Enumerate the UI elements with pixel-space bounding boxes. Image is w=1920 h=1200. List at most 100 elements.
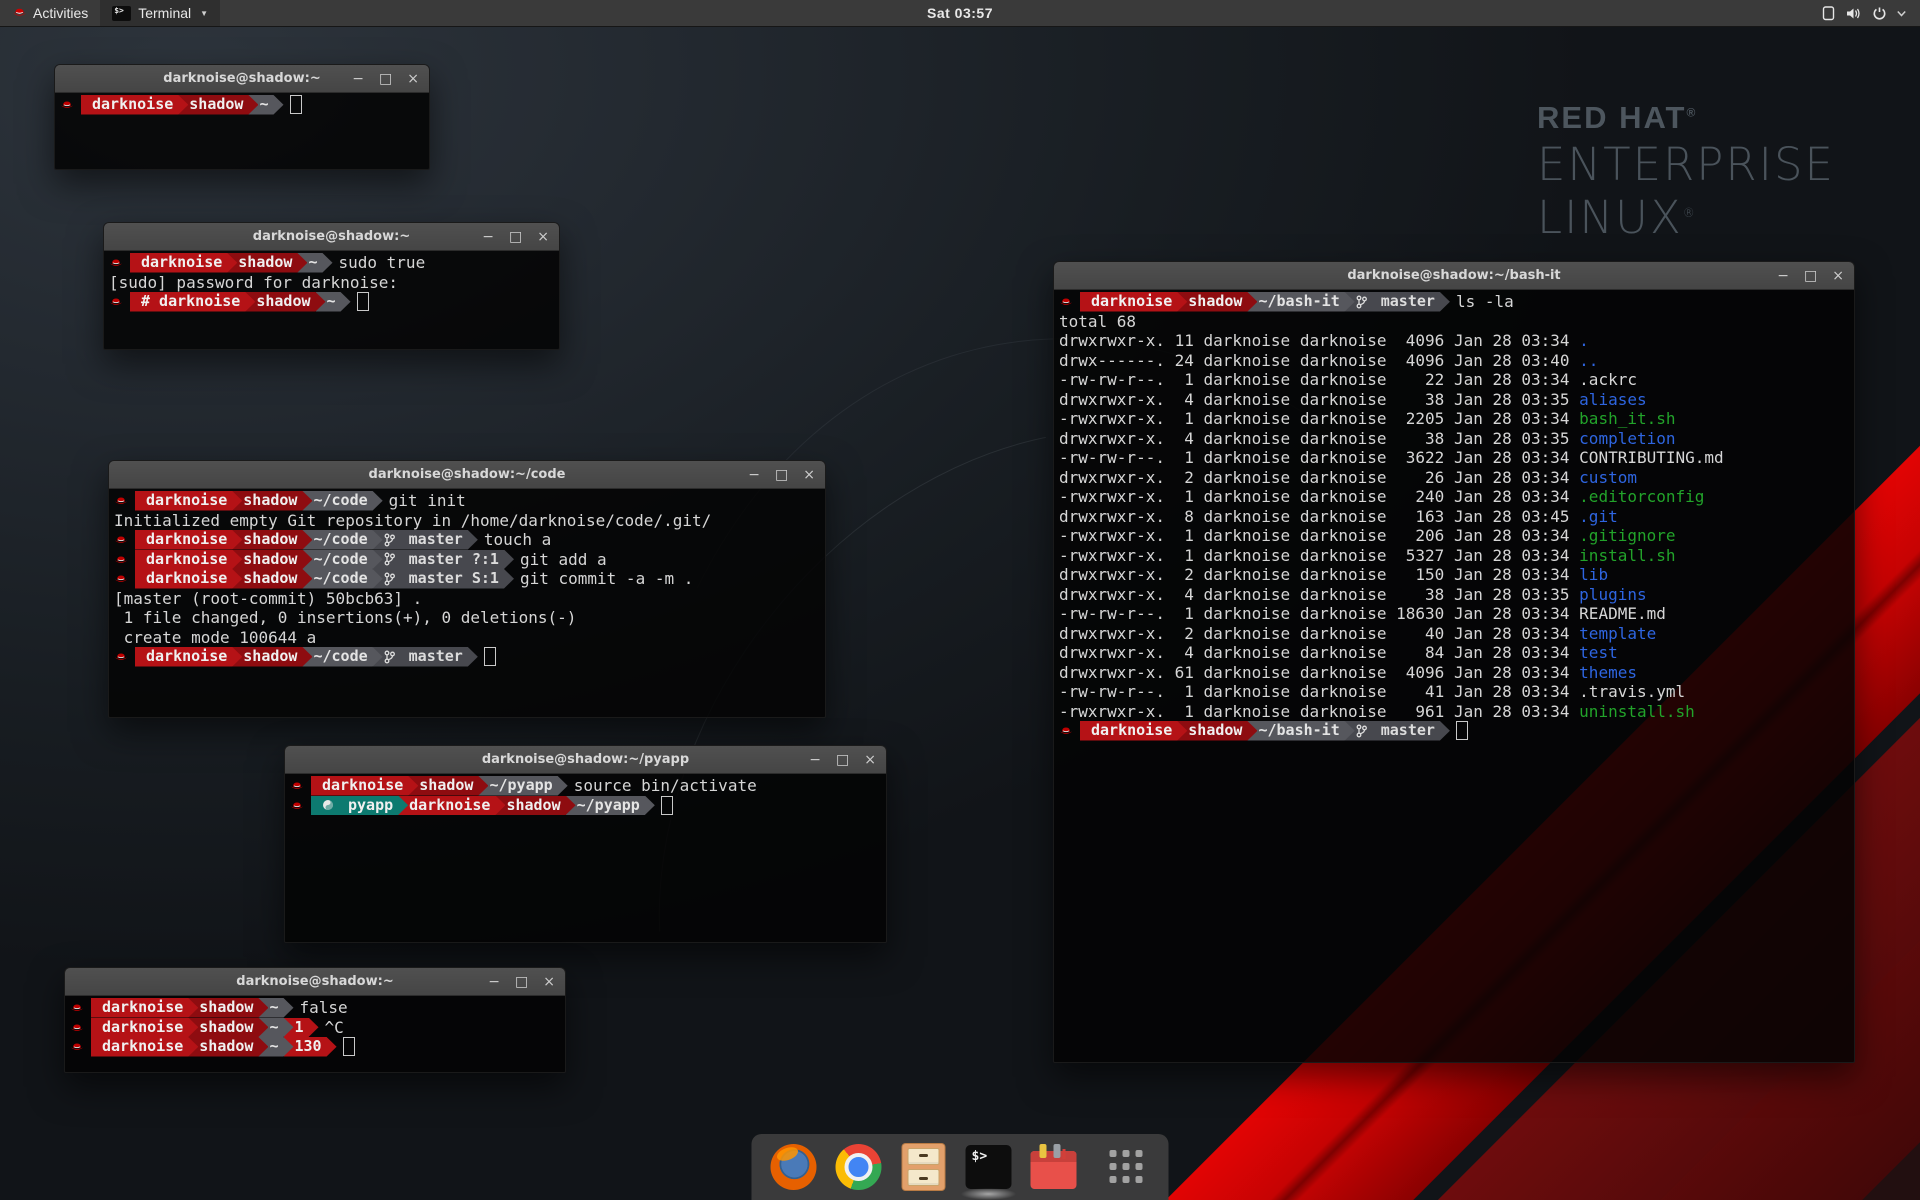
minimize-button[interactable]: − (809, 753, 821, 767)
output-text: drwxrwxr-x. 4 darknoise darknoise 84 Jan… (1059, 643, 1579, 662)
prompt-segment-path: ~/code (302, 530, 382, 550)
output-text: [sudo] password for darknoise: (109, 273, 408, 292)
rhel-logo: RED HAT® ENTERPRISE LINUX® (1537, 100, 1835, 244)
system-status-area[interactable] (1816, 0, 1912, 26)
filename-dir: . (1579, 331, 1589, 350)
terminal-cursor (290, 95, 302, 114)
close-button[interactable]: × (407, 72, 419, 86)
terminal-body[interactable]: darknoiseshadow~/pyappsource bin/activat… (285, 774, 886, 942)
prompt-segment-user: darknoise (398, 796, 505, 816)
git-branch-icon (1356, 295, 1374, 309)
dock-item-chrome[interactable] (835, 1143, 883, 1191)
dock-item-files[interactable] (900, 1143, 948, 1191)
output-text: [master (root-commit) 50bcb63] . (114, 589, 422, 608)
volume-icon[interactable] (1845, 6, 1862, 21)
output-text: drwxrwxr-x. 2 darknoise darknoise 40 Jan… (1059, 624, 1579, 643)
output-text: drwxrwxr-x. 2 darknoise darknoise 26 Jan… (1059, 468, 1579, 487)
git-branch-icon (384, 552, 402, 566)
dock-item-firefox[interactable] (770, 1143, 818, 1191)
running-indicator-glow (961, 1188, 1017, 1200)
redhat-prompt-icon (114, 573, 135, 584)
clock[interactable]: Sat 03:57 (927, 5, 993, 21)
output-text: -rwxrwxr-x. 1 darknoise darknoise 5327 J… (1059, 546, 1579, 565)
maximize-button[interactable]: □ (379, 72, 392, 86)
window-titlebar[interactable]: darknoise@shadow:~ − □ × (55, 65, 429, 93)
terminal-body[interactable]: darknoiseshadow~/bash-itmasterls -latota… (1054, 290, 1854, 1062)
output-text: -rwxrwxr-x. 1 darknoise darknoise 206 Ja… (1059, 526, 1579, 545)
prompt-line: darknoiseshadow~false (70, 998, 560, 1018)
dock-item-toolbox[interactable] (1030, 1143, 1078, 1191)
close-button[interactable]: × (543, 975, 555, 989)
dock-item-terminal[interactable]: $> (965, 1143, 1013, 1191)
activities-button[interactable]: Activities (0, 0, 100, 26)
prompt-segment-path: ~/pyapp (478, 776, 567, 796)
git-branch-icon (1356, 724, 1374, 738)
prompt-segment-user: darknoise (91, 998, 198, 1018)
terminal-body[interactable]: darknoiseshadow~ (55, 93, 429, 169)
prompt-segment-host: shadow (1177, 721, 1257, 741)
filename-dir: .git (1579, 507, 1618, 526)
maximize-button[interactable]: □ (509, 230, 522, 244)
prompt-segment-host: shadow (188, 998, 268, 1018)
prompt-line: darknoiseshadow~/codemaster S:1git commi… (114, 569, 820, 589)
output-text: create mode 100644 a (114, 628, 316, 647)
output-line: drwxrwxr-x. 11 darknoise darknoise 4096 … (1059, 331, 1849, 351)
app-menu-terminal[interactable]: $> Terminal ▼ (100, 0, 220, 26)
prompt-line: darknoiseshadow~sudo true (109, 253, 554, 273)
minimize-button[interactable]: − (352, 72, 364, 86)
prompt-segment-user: darknoise (135, 530, 242, 550)
redhat-prompt-icon (60, 99, 81, 110)
output-text: drwxrwxr-x. 4 darknoise darknoise 38 Jan… (1059, 390, 1579, 409)
window-title: darknoise@shadow:~ (163, 71, 320, 86)
close-button[interactable]: × (537, 230, 549, 244)
maximize-button[interactable]: □ (775, 468, 788, 482)
minimize-button[interactable]: − (748, 468, 760, 482)
chevron-down-icon[interactable] (1897, 10, 1906, 17)
output-text: drwxrwxr-x. 4 darknoise darknoise 38 Jan… (1059, 429, 1579, 448)
maximize-button[interactable]: □ (836, 753, 849, 767)
dock-item-app-grid[interactable] (1103, 1143, 1151, 1191)
terminal-body[interactable]: darknoiseshadow~falsedarknoiseshadow~1^C… (65, 996, 565, 1072)
close-button[interactable]: × (864, 753, 876, 767)
close-button[interactable]: × (1832, 269, 1844, 283)
prompt-segment-branch: master (373, 647, 478, 667)
command-text: touch a (484, 530, 551, 550)
terminal-body[interactable]: darknoiseshadow~/codegit initInitialized… (109, 489, 825, 717)
filename-dir: themes (1579, 663, 1637, 682)
filename-exec: install.sh (1579, 546, 1675, 565)
terminal-icon: $> (966, 1145, 1012, 1189)
window-titlebar[interactable]: darknoise@shadow:~−□× (65, 968, 565, 996)
power-icon[interactable] (1872, 6, 1887, 21)
window-controls: − □ × (482, 223, 549, 250)
command-text: sudo true (339, 253, 426, 273)
minimize-button[interactable]: − (1777, 269, 1789, 283)
command-text: git init (389, 491, 466, 511)
prompt-segment-host: shadow (232, 491, 312, 511)
maximize-button[interactable]: □ (1804, 269, 1817, 283)
window-title: darknoise@shadow:~/bash-it (1347, 268, 1560, 283)
minimize-button[interactable]: − (482, 230, 494, 244)
redhat-prompt-icon (114, 651, 135, 662)
prompt-segment-host: shadow (178, 95, 258, 115)
window-titlebar[interactable]: darknoise@shadow:~/pyapp−□× (285, 746, 886, 774)
terminal-cursor (357, 292, 369, 311)
window-titlebar[interactable]: darknoise@shadow:~/bash-it − □ × (1054, 262, 1854, 290)
terminal-cursor (661, 796, 673, 815)
output-line: create mode 100644 a (114, 628, 820, 648)
battery-icon[interactable] (1822, 5, 1835, 21)
prompt-segment-user: darknoise (135, 550, 242, 570)
app-grid-icon (1110, 1150, 1144, 1184)
minimize-button[interactable]: − (488, 975, 500, 989)
prompt-line: darknoiseshadow~/bash-itmasterls -la (1059, 292, 1849, 312)
maximize-button[interactable]: □ (515, 975, 528, 989)
prompt-segment-host: shadow (227, 253, 307, 273)
terminal-body[interactable]: darknoiseshadow~sudo true[sudo] password… (104, 251, 559, 349)
terminal-window-w1: darknoise@shadow:~ − □ × darknoiseshadow~ (54, 64, 430, 170)
output-text: -rwxrwxr-x. 1 darknoise darknoise 961 Ja… (1059, 702, 1579, 721)
output-line: 1 file changed, 0 insertions(+), 0 delet… (114, 608, 820, 628)
window-titlebar[interactable]: darknoise@shadow:~/code−□× (109, 461, 825, 489)
prompt-line: darknoiseshadow~/bash-itmaster (1059, 721, 1849, 741)
close-button[interactable]: × (803, 468, 815, 482)
output-line: drwxrwxr-x. 61 darknoise darknoise 4096 … (1059, 663, 1849, 683)
window-titlebar[interactable]: darknoise@shadow:~−□× (104, 223, 559, 251)
